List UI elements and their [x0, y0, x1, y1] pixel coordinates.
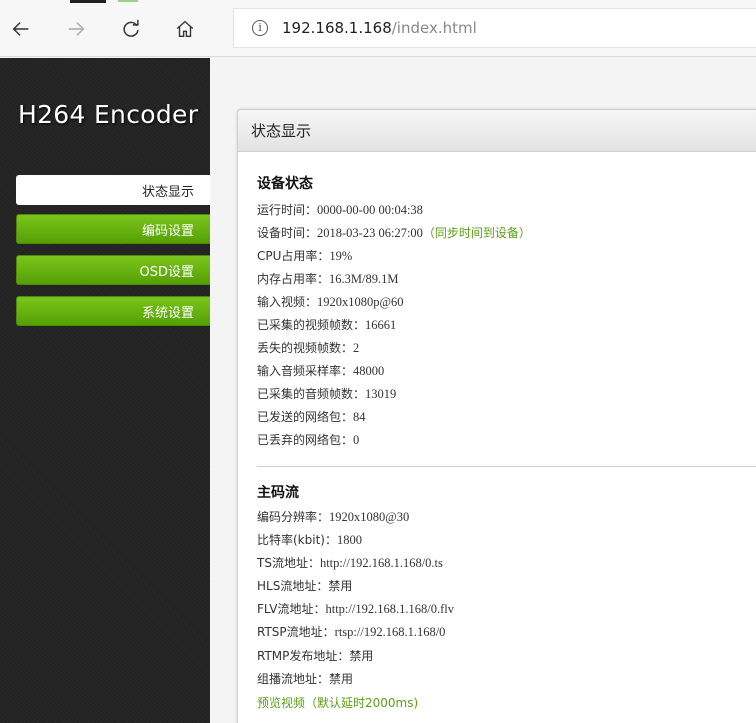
sidebar-item-osd[interactable]: OSD设置 — [16, 255, 210, 285]
row-bitrate: 比特率(kbit)：1800 — [257, 533, 362, 547]
status-panel: 状态显示 设备状态 运行时间：0000-00-00 00:04:38 设备时间：… — [237, 109, 756, 723]
row-audio-frames: 已采集的音频帧数：13019 — [257, 387, 397, 401]
tab-strip-accent — [118, 0, 138, 2]
browser-toolbar: i 192.168.1.168/index.html — [0, 0, 756, 57]
row-cpu: CPU占用率：19% — [257, 249, 353, 263]
row-ts-url: TS流地址：http://192.168.1.168/0.ts — [257, 556, 443, 570]
row-rtsp-url: RTSP流地址：rtsp://192.168.1.168/0 — [257, 625, 446, 639]
forward-button[interactable] — [61, 14, 91, 44]
url-host: 192.168.1.168 — [282, 19, 392, 37]
sidebar-item-encoding[interactable]: 编码设置 — [16, 214, 210, 244]
row-hls-url: HLS流地址：禁用 — [257, 579, 353, 593]
info-icon[interactable]: i — [252, 20, 268, 36]
panel-title: 状态显示 — [238, 110, 756, 152]
row-rtmp-url: RTMP发布地址：禁用 — [257, 649, 374, 663]
arrow-left-icon — [12, 22, 29, 36]
row-lost-frames: 丢失的视频帧数：2 — [257, 341, 360, 355]
row-multicast-url: 组播流地址：禁用 — [257, 672, 354, 686]
address-bar[interactable]: i 192.168.1.168/index.html — [233, 8, 756, 48]
arrow-right-icon — [68, 22, 85, 36]
row-sent-packets: 已发送的网络包：84 — [257, 410, 366, 424]
preview-video-link[interactable]: 预览视频（默认延时2000ms) — [257, 694, 418, 711]
section-title-main-stream: 主码流 — [257, 485, 299, 501]
tab-strip — [70, 0, 106, 3]
sidebar-item-status[interactable]: 状态显示 — [16, 175, 210, 205]
row-device-time: 设备时间：2018-03-23 06:27:00（同步时间到设备） — [257, 226, 531, 240]
row-resolution: 编码分辨率：1920x1080@30 — [257, 510, 410, 524]
row-uptime: 运行时间：0000-00-00 00:04:38 — [257, 203, 423, 217]
row-video-frames: 已采集的视频帧数：16661 — [257, 318, 397, 332]
app-logo: H264 Encoder — [18, 100, 199, 129]
main-content: 状态显示 设备状态 运行时间：0000-00-00 00:04:38 设备时间：… — [210, 58, 756, 723]
home-button[interactable] — [170, 14, 200, 44]
row-dropped-packets: 已丢弃的网络包：0 — [257, 433, 360, 447]
row-audio-rate: 输入音频采样率：48000 — [257, 364, 385, 378]
url-path: /index.html — [391, 19, 477, 37]
refresh-button[interactable] — [116, 14, 146, 44]
section-divider — [257, 466, 756, 467]
row-memory: 内存占用率：16.3M/89.1M — [257, 272, 399, 286]
sidebar-item-system[interactable]: 系统设置 — [16, 296, 210, 326]
back-button[interactable] — [6, 14, 36, 44]
sync-time-link[interactable]: （同步时间到设备） — [423, 226, 531, 240]
sidebar: H264 Encoder 状态显示 编码设置 OSD设置 系统设置 — [0, 58, 210, 723]
row-input-video: 输入视频：1920x1080p@60 — [257, 295, 404, 309]
section-title-device-status: 设备状态 — [257, 176, 313, 192]
home-icon — [176, 20, 194, 38]
refresh-icon — [123, 19, 139, 37]
row-flv-url: FLV流地址：http://192.168.1.168/0.flv — [257, 602, 454, 616]
